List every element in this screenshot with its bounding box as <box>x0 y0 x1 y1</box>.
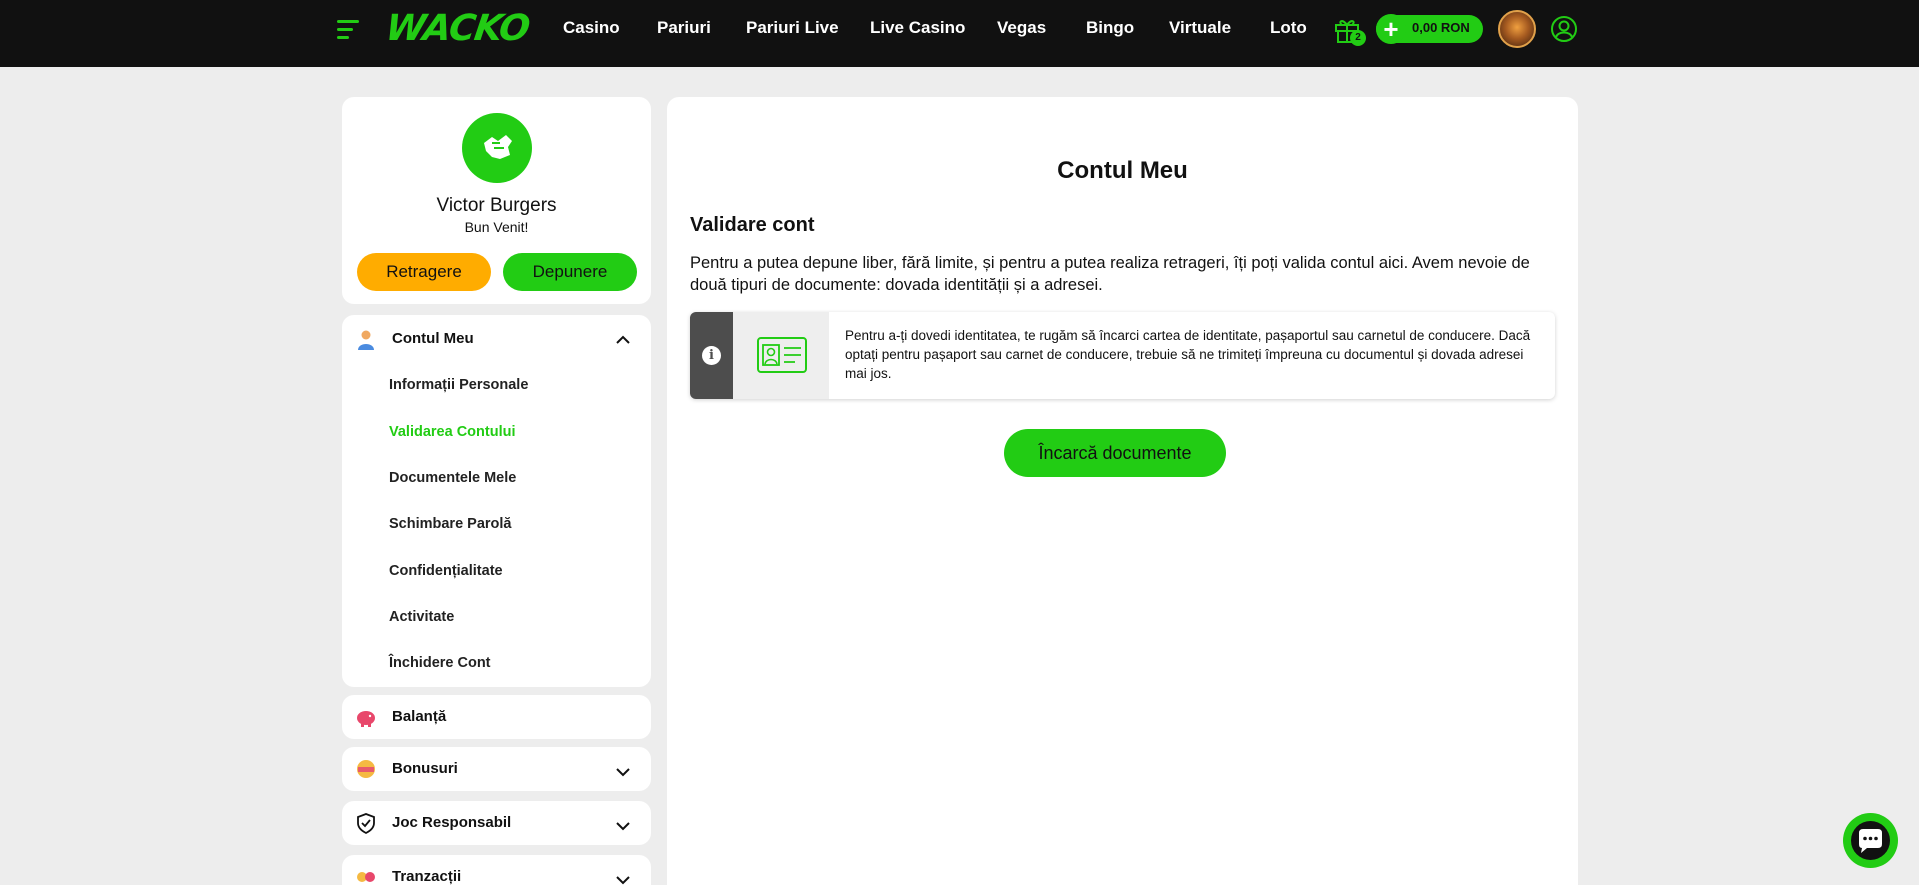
account-menu-title: Contul Meu <box>392 330 474 347</box>
info-box: i Pentru a-ți dovedi identitatea, te rug… <box>690 312 1555 399</box>
transactions-icon <box>357 872 375 882</box>
user-circle-icon[interactable] <box>1550 15 1578 43</box>
shaka-hand-icon <box>484 135 512 159</box>
deposit-button[interactable]: Depunere <box>503 253 637 291</box>
accordion-transactions-label: Tranzacții <box>392 868 462 885</box>
menu-item-account-validation[interactable]: Validarea Contului <box>389 424 516 440</box>
menu-item-my-documents[interactable]: Documentele Mele <box>389 470 516 486</box>
nav-item-pariuri-live[interactable]: Pariuri Live <box>746 18 839 38</box>
intro-text: Pentru a putea depune liber, fără limite… <box>690 254 1530 294</box>
nav-item-vegas[interactable]: Vegas <box>997 18 1046 38</box>
section-title: Validare cont <box>690 214 815 236</box>
menu-item-privacy[interactable]: Confidențialitate <box>389 563 503 579</box>
nav-item-live-casino[interactable]: Live Casino <box>870 18 965 38</box>
menu-item-personal-info[interactable]: Informații Personale <box>389 377 528 393</box>
accordion-bonuses-label: Bonusuri <box>392 760 458 777</box>
accordion-transactions[interactable]: Tranzacții <box>342 855 651 885</box>
chevron-down-icon[interactable] <box>615 764 631 780</box>
menu-item-change-password[interactable]: Schimbare Parolă <box>389 516 512 532</box>
menu-item-activity[interactable]: Activitate <box>389 609 454 625</box>
account-menu: Contul Meu Informații Personale Validare… <box>342 315 651 687</box>
upload-documents-button[interactable]: Încarcă documente <box>1004 429 1226 477</box>
profile-avatar <box>462 113 532 183</box>
accordion-balance-label: Balanță <box>392 708 447 725</box>
menu-icon[interactable] <box>337 18 363 40</box>
accordion-bonuses[interactable]: Bonusuri <box>342 747 651 791</box>
id-card-panel <box>733 312 829 399</box>
logo[interactable]: WACKO <box>383 8 532 49</box>
nav-item-bingo[interactable]: Bingo <box>1086 18 1134 38</box>
withdraw-button[interactable]: Retragere <box>357 253 491 291</box>
piggy-bank-icon <box>357 711 375 727</box>
id-card-icon <box>757 337 807 373</box>
nav-item-casino[interactable]: Casino <box>563 18 620 38</box>
info-text: Pentru a-ți dovedi identitatea, te rugăm… <box>845 328 1531 381</box>
info-strip: i <box>690 312 733 399</box>
plus-icon[interactable]: + <box>1376 14 1406 44</box>
profile-name: Victor Burgers <box>436 195 557 216</box>
gift-count-badge: 2 <box>1350 30 1366 46</box>
chevron-down-icon[interactable] <box>615 818 631 834</box>
profile-greeting: Bun Venit! <box>464 219 529 235</box>
accordion-responsible-gaming-label: Joc Responsabil <box>392 814 512 831</box>
page-title: Contul Meu <box>1057 157 1188 184</box>
chat-icon <box>1851 821 1890 860</box>
accordion-responsible-gaming[interactable]: Joc Responsabil <box>342 801 651 845</box>
shield-check-icon <box>357 813 375 834</box>
nav-item-loto[interactable]: Loto <box>1270 18 1307 38</box>
accordion-balance[interactable]: Balanță <box>342 695 651 739</box>
main-content: Contul Meu Validare cont Pentru a putea … <box>667 97 1578 885</box>
nav-item-pariuri[interactable]: Pariuri <box>657 18 711 38</box>
account-menu-header[interactable]: Contul Meu <box>342 315 651 363</box>
nav-item-virtuale[interactable]: Virtuale <box>1169 18 1231 38</box>
bonus-icon <box>357 760 375 778</box>
info-icon: i <box>702 346 721 365</box>
top-navigation-bar: WACKO Casino Pariuri Pariuri Live Live C… <box>0 0 1919 67</box>
avatar[interactable] <box>1498 10 1536 48</box>
chat-button[interactable] <box>1843 813 1898 868</box>
menu-item-close-account[interactable]: Închidere Cont <box>389 655 491 671</box>
chevron-up-icon[interactable] <box>615 332 631 348</box>
chevron-down-icon[interactable] <box>615 872 631 885</box>
user-icon <box>358 330 374 350</box>
profile-card: Victor Burgers Bun Venit! Retragere Depu… <box>342 97 651 304</box>
balance-amount[interactable]: 0,00 RON <box>1412 20 1470 35</box>
